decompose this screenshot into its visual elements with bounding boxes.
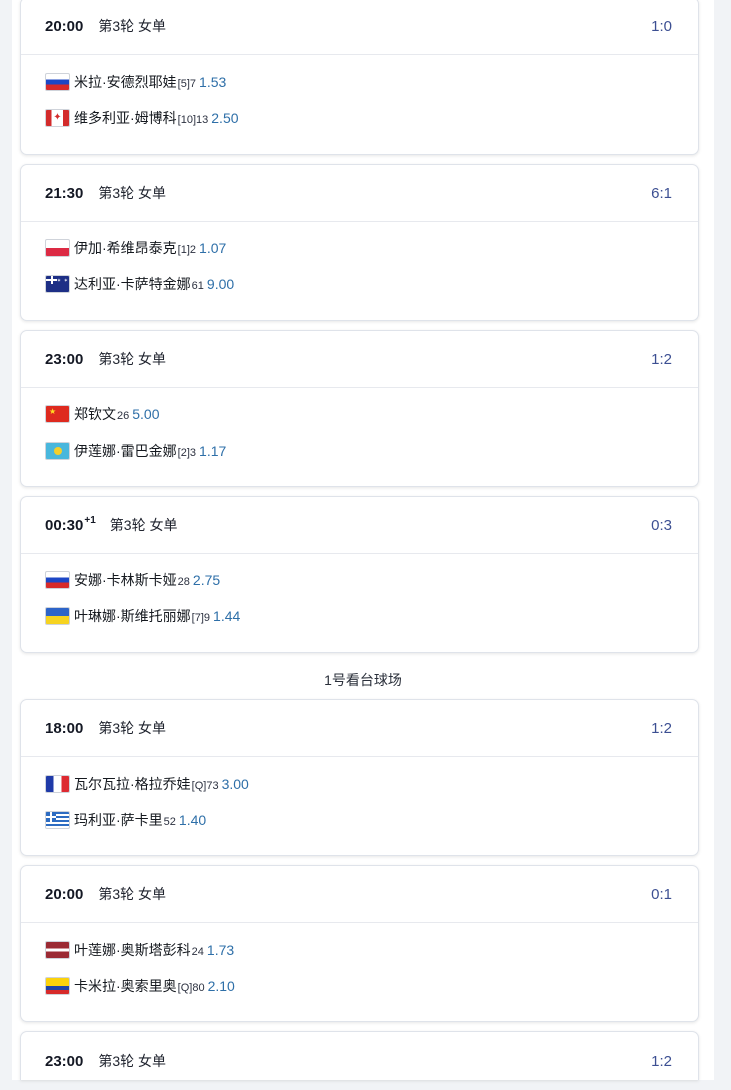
player-name: 瓦尔瓦拉·格拉乔娃: [74, 776, 191, 792]
match-card[interactable]: 23:00 第3轮 女单 1:2 郑钦文 26 5.00 伊莲娜·雷巴金娜 [2…: [20, 330, 699, 487]
player-name: 维多利亚·姆博科: [74, 110, 177, 126]
player-name: 叶莲娜·奥斯塔彭科: [74, 942, 191, 958]
player-row[interactable]: 卡米拉·奥索里奥 [Q]80 2.10: [45, 976, 235, 996]
player-odds: 9.00: [206, 276, 235, 292]
player-odds: 1.07: [199, 240, 227, 256]
player-row[interactable]: 叶琳娜·斯维托丽娜 [7]9 1.44: [45, 606, 240, 626]
player-odds: 1.40: [178, 812, 207, 828]
player-name: 叶琳娜·斯维托丽娜: [74, 608, 191, 624]
player-row[interactable]: 米拉·安德烈耶娃 [5]7 1.53: [45, 72, 226, 92]
player-odds: 2.10: [207, 978, 235, 994]
match-header: 23:00 第3轮 女单 1:2: [21, 331, 698, 388]
australia-flag-icon: [45, 275, 70, 293]
match-round: 第3轮 女单: [98, 18, 167, 34]
canada-flag-icon: [45, 109, 70, 127]
player-rank: 52: [163, 816, 176, 828]
player-odds: 1.73: [206, 942, 235, 958]
player-rank: [10]13: [177, 114, 209, 126]
match-card[interactable]: 21:30 第3轮 女单 6:1 伊加·希维昂泰克 [1]2 1.07 达利亚·…: [20, 164, 699, 321]
player-name: 玛利亚·萨卡里: [74, 812, 163, 828]
player-row[interactable]: 伊加·希维昂泰克 [1]2 1.07: [45, 238, 226, 258]
kazakhstan-flag-icon: [45, 442, 70, 460]
player-odds: 1.17: [199, 443, 227, 459]
match-round: 第3轮 女单: [98, 1053, 167, 1069]
player-name: 卡米拉·奥索里奥: [74, 978, 177, 994]
player-name: 郑钦文: [74, 406, 116, 422]
player-name: 米拉·安德烈耶娃: [74, 74, 177, 90]
player-rank: [5]7: [177, 78, 197, 90]
match-header: 18:00 第3轮 女单 1:2: [21, 700, 698, 757]
greece-flag-icon: [45, 811, 70, 829]
match-round: 第3轮 女单: [109, 517, 178, 533]
match-header: 23:00 第3轮 女单 1:2: [21, 1032, 698, 1090]
player-odds: 1.53: [199, 74, 227, 90]
player-row[interactable]: 瓦尔瓦拉·格拉乔娃 [Q]73 3.00: [45, 774, 249, 794]
player-rank: 24: [191, 946, 204, 958]
match-score: 1:2: [651, 350, 672, 368]
player-rank: 61: [191, 280, 204, 292]
france-flag-icon: [45, 775, 70, 793]
match-card[interactable]: 00:30+1 第3轮 女单 0:3 安娜·卡林斯卡娅 28 2.75 叶琳娜·…: [20, 496, 699, 653]
ukraine-flag-icon: [45, 607, 70, 625]
match-score: 0:1: [651, 885, 672, 903]
match-header: 21:30 第3轮 女单 6:1: [21, 165, 698, 222]
player-name: 安娜·卡林斯卡娅: [74, 572, 177, 588]
match-round: 第3轮 女单: [98, 351, 167, 367]
match-card[interactable]: 18:00 第3轮 女单 1:2 瓦尔瓦拉·格拉乔娃 [Q]73 3.00 玛利…: [20, 699, 699, 856]
player-row[interactable]: 伊莲娜·雷巴金娜 [2]3 1.17: [45, 441, 226, 461]
match-time: 20:00: [45, 18, 84, 35]
player-rank: [Q]73: [191, 780, 219, 792]
match-card[interactable]: 20:00 第3轮 女单 1:0 米拉·安德烈耶娃 [5]7 1.53 维多利亚…: [20, 0, 699, 155]
match-round: 第3轮 女单: [98, 185, 167, 201]
court-section-label: 1号看台球场: [324, 672, 402, 688]
match-header: 00:30+1 第3轮 女单 0:3: [21, 497, 698, 554]
match-time: 18:00: [45, 720, 84, 737]
player-rank: [1]2: [177, 244, 197, 256]
player-odds: 3.00: [221, 776, 249, 792]
colombia-flag-icon: [45, 977, 70, 995]
match-time: 23:00: [45, 351, 84, 368]
player-odds: 1.44: [213, 608, 241, 624]
player-row[interactable]: 安娜·卡林斯卡娅 28 2.75: [45, 570, 220, 590]
player-rank: 28: [177, 576, 190, 588]
player-odds: 2.75: [192, 572, 221, 588]
russia-flag-icon: [45, 571, 70, 589]
match-round: 第3轮 女单: [98, 720, 167, 736]
player-odds: 2.50: [211, 110, 239, 126]
player-row[interactable]: 叶莲娜·奥斯塔彭科 24 1.73: [45, 940, 234, 960]
player-name: 伊加·希维昂泰克: [74, 240, 177, 256]
match-score: 0:3: [651, 516, 672, 534]
player-name: 达利亚·卡萨特金娜: [74, 276, 191, 292]
player-rank: 26: [117, 410, 130, 422]
match-score: 6:1: [651, 184, 672, 202]
player-row[interactable]: 玛利亚·萨卡里 52 1.40: [45, 810, 206, 830]
player-rank: [2]3: [177, 447, 197, 459]
player-name: 伊莲娜·雷巴金娜: [74, 443, 177, 459]
player-row[interactable]: 郑钦文 26 5.00: [45, 404, 160, 424]
poland-flag-icon: [45, 239, 70, 257]
match-score: 1:2: [651, 719, 672, 737]
match-card[interactable]: 23:00 第3轮 女单 1:2: [20, 1031, 699, 1080]
player-rank: [Q]80: [177, 982, 205, 994]
match-time: 00:30+1: [45, 515, 96, 534]
match-score: 1:0: [651, 17, 672, 35]
russia-flag-icon: [45, 73, 70, 91]
match-card[interactable]: 20:00 第3轮 女单 0:1 叶莲娜·奥斯塔彭科 24 1.73 卡米拉·奥…: [20, 865, 699, 1022]
match-time: 23:00: [45, 1053, 84, 1070]
china-flag-icon: [45, 405, 70, 423]
match-time: 21:30: [45, 185, 84, 202]
player-odds: 5.00: [132, 406, 160, 422]
player-row[interactable]: 达利亚·卡萨特金娜 61 9.00: [45, 274, 234, 294]
player-row[interactable]: 维多利亚·姆博科 [10]13 2.50: [45, 108, 239, 128]
match-round: 第3轮 女单: [98, 886, 167, 902]
match-score: 1:2: [651, 1052, 672, 1070]
match-header: 20:00 第3轮 女单 0:1: [21, 866, 698, 923]
player-rank: [7]9: [191, 612, 211, 624]
match-time: 20:00: [45, 886, 84, 903]
latvia-flag-icon: [45, 941, 70, 959]
match-header: 20:00 第3轮 女单 1:0: [21, 0, 698, 55]
